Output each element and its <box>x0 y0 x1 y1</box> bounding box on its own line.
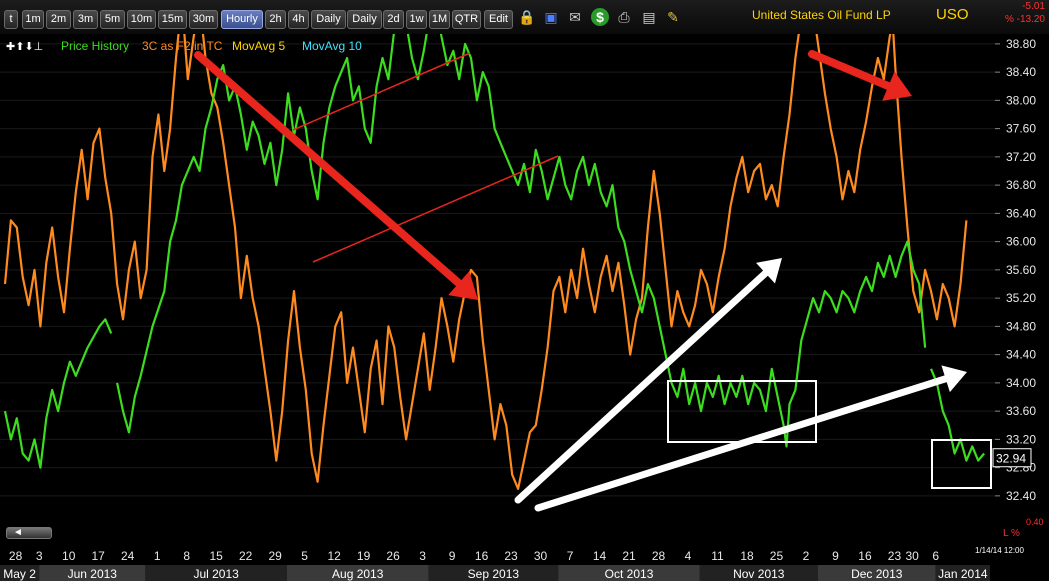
timeframe-button-10m[interactable]: 10m <box>127 10 156 29</box>
timeframe-button-1w[interactable]: 1w <box>406 10 427 29</box>
y-tick-label-6: 37.20 <box>1006 150 1036 164</box>
x-month-label-7: Dec 2013 <box>851 567 903 581</box>
timeframe-button-2d[interactable]: 2d <box>383 10 404 29</box>
print-icon[interactable]: ⎙ <box>615 8 633 26</box>
x-month-label-4: Sep 2013 <box>468 567 520 581</box>
x-day-label-25: 18 <box>740 549 754 563</box>
timeframe-button-t[interactable]: t <box>4 10 18 29</box>
x-month-label-8: Jan 2014 <box>938 567 988 581</box>
x-month-label-5: Oct 2013 <box>605 567 654 581</box>
toolbar: t 1m 2m 3m 5m 10m 15m 30m Hourly 2h 4h Daily Daily 2d… <box>0 0 1049 34</box>
timeframe-button-2m[interactable]: 2m <box>46 10 71 29</box>
x-day-label-32: 6 <box>932 549 939 563</box>
timeframe-button-4h[interactable]: 4h <box>288 10 309 29</box>
x-day-label-2: 10 <box>62 549 76 563</box>
x-day-label-7: 15 <box>209 549 223 563</box>
timeframe-button-2h[interactable]: 2h <box>265 10 286 29</box>
x-month-label-1: Jun 2013 <box>68 567 118 581</box>
x-day-label-12: 19 <box>357 549 371 563</box>
x-day-label-6: 8 <box>183 549 190 563</box>
symbol-ticker[interactable]: USO <box>936 6 969 23</box>
x-day-label-18: 30 <box>534 549 548 563</box>
timeframe-button-1m[interactable]: 1m <box>22 10 44 29</box>
x-day-label-10: 5 <box>301 549 308 563</box>
x-day-label-9: 29 <box>268 549 282 563</box>
dollar-icon[interactable]: $ <box>591 8 609 26</box>
x-day-label-19: 7 <box>567 549 574 563</box>
y-tick-label-9: 36.00 <box>1006 235 1036 249</box>
x-day-label-26: 25 <box>770 549 784 563</box>
lock-icon[interactable]: 🔒 <box>518 8 536 26</box>
timeframe-button-5m[interactable]: 5m <box>100 10 125 29</box>
small-value-readout: 0.40 <box>1026 517 1044 527</box>
x-day-label-21: 21 <box>622 549 636 563</box>
timeframe-button-3m[interactable]: 3m <box>73 10 98 29</box>
legend-item-0[interactable]: Price History <box>61 39 129 53</box>
datestamp: 1/14/14 12:00 <box>975 546 1024 555</box>
current-price-label: 32.94 <box>996 452 1026 466</box>
x-month-label-2: Jul 2013 <box>193 567 239 581</box>
legend-controls-icon[interactable]: ✚⬆⬇⊥ <box>6 40 43 53</box>
l-percent-readout[interactable]: L % <box>1003 528 1020 539</box>
timeframe-button-30m[interactable]: 30m <box>189 10 218 29</box>
x-day-label-30: 23 <box>888 549 902 563</box>
timeframe-button-hourly[interactable]: Hourly <box>221 10 263 29</box>
x-day-label-14: 3 <box>419 549 426 563</box>
x-day-label-20: 14 <box>593 549 607 563</box>
symbol-name: United States Oil Fund LP <box>752 8 891 22</box>
x-day-label-8: 22 <box>239 549 253 563</box>
y-tick-label-5: 37.60 <box>1006 122 1036 136</box>
x-month-label-0: May 2 <box>3 567 36 581</box>
y-tick-label-10: 35.60 <box>1006 263 1036 277</box>
save-icon[interactable]: ▣ <box>542 8 560 26</box>
price-change-percent: % -13.20 <box>1004 14 1045 25</box>
x-day-label-3: 17 <box>92 549 106 563</box>
y-tick-label-3: 38.40 <box>1006 65 1036 79</box>
x-day-label-29: 16 <box>858 549 872 563</box>
y-tick-label-13: 34.40 <box>1006 348 1036 362</box>
pencil-icon[interactable]: ✎ <box>664 8 682 26</box>
y-tick-label-8: 36.40 <box>1006 206 1036 220</box>
y-tick-label-15: 33.60 <box>1006 404 1036 418</box>
x-day-label-27: 2 <box>803 549 810 563</box>
keyboard-icon[interactable]: ▤ <box>640 8 658 26</box>
x-day-label-1: 3 <box>36 549 43 563</box>
x-day-label-4: 24 <box>121 549 135 563</box>
y-tick-label-16: 33.20 <box>1006 432 1036 446</box>
y-tick-label-18: 32.40 <box>1006 489 1036 503</box>
x-day-label-15: 9 <box>449 549 456 563</box>
y-tick-label-7: 36.80 <box>1006 178 1036 192</box>
timeframe-button-edit[interactable]: Edit <box>484 10 513 29</box>
y-tick-label-11: 35.20 <box>1006 291 1036 305</box>
x-day-label-17: 23 <box>504 549 518 563</box>
timeframe-button-daily[interactable]: Daily <box>347 10 382 29</box>
chart[interactable]: 39.6039.2038.8038.4038.0037.6037.2036.80… <box>0 34 1049 581</box>
y-tick-label-12: 34.80 <box>1006 319 1036 333</box>
email-icon[interactable]: ✉ <box>566 8 584 26</box>
y-tick-label-4: 38.00 <box>1006 93 1036 107</box>
x-month-label-6: Nov 2013 <box>733 567 785 581</box>
price-change: -5.01 <box>1022 1 1045 12</box>
x-day-label-0: 28 <box>9 549 23 563</box>
x-day-label-28: 9 <box>832 549 839 563</box>
timeframe-button-15m[interactable]: 15m <box>158 10 187 29</box>
scroll-left-button[interactable]: ◄ <box>6 527 52 539</box>
legend-item-3[interactable]: MovAvg 10 <box>302 39 362 53</box>
x-day-label-24: 11 <box>711 549 724 563</box>
x-day-label-22: 28 <box>652 549 666 563</box>
x-day-label-16: 16 <box>475 549 489 563</box>
x-day-label-13: 26 <box>386 549 400 563</box>
y-tick-label-14: 34.00 <box>1006 376 1036 390</box>
timeframe-button-1m[interactable]: 1M <box>429 10 450 29</box>
x-day-label-31: 30 <box>905 549 919 563</box>
x-day-label-5: 1 <box>154 549 161 563</box>
timeframe-button-qtr[interactable]: QTR <box>452 10 481 29</box>
y-tick-label-2: 38.80 <box>1006 37 1036 51</box>
legend-item-1[interactable]: 3C as F2 in TC <box>142 39 223 53</box>
x-day-label-11: 12 <box>327 549 341 563</box>
legend-item-2[interactable]: MovAvg 5 <box>232 39 285 53</box>
x-month-label-3: Aug 2013 <box>332 567 384 581</box>
x-day-label-23: 4 <box>685 549 692 563</box>
timeframe-button-daily[interactable]: Daily <box>311 10 346 29</box>
